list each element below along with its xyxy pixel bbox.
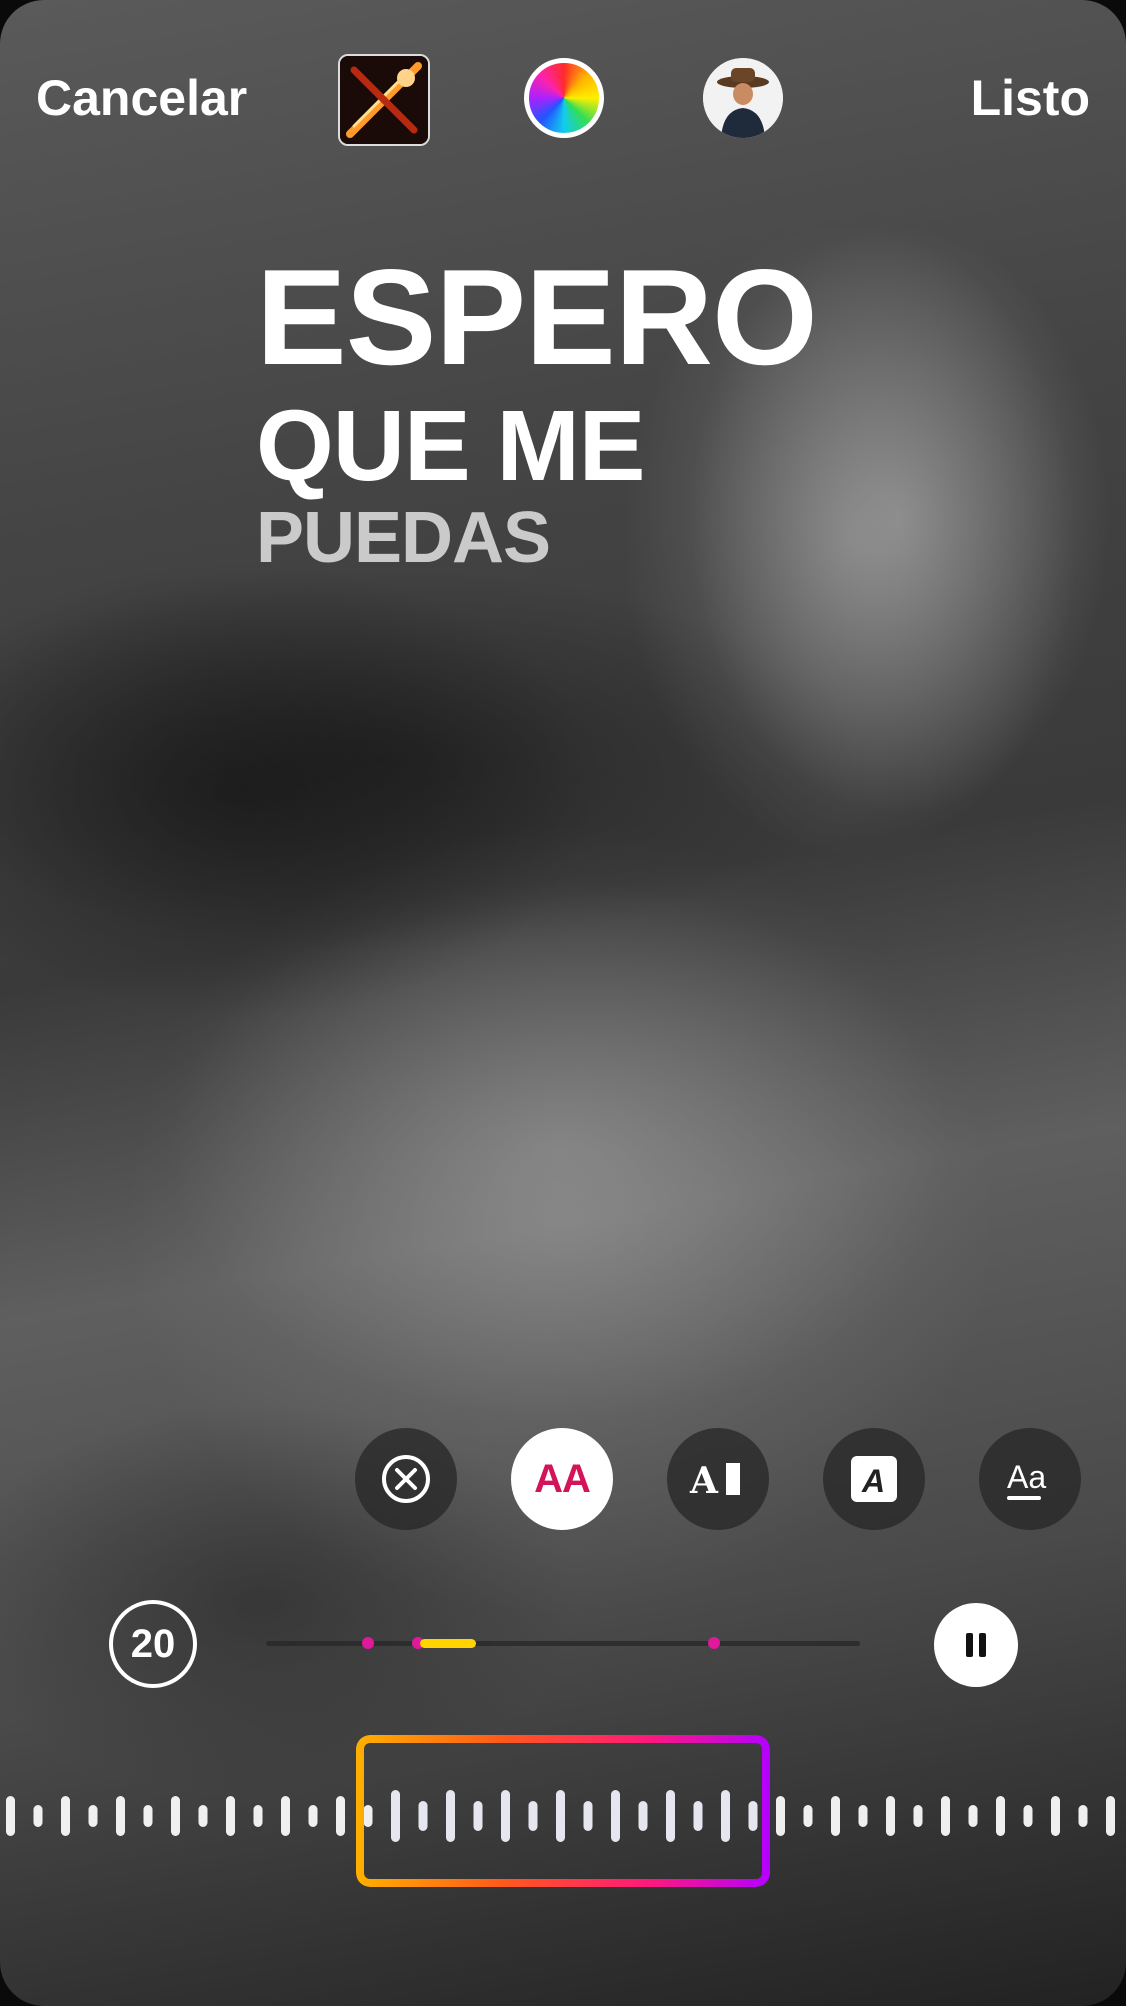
waveform-bar — [996, 1796, 1005, 1836]
waveform-bar — [88, 1805, 98, 1827]
remove-style-button[interactable] — [355, 1428, 457, 1530]
waveform-bar — [116, 1796, 125, 1836]
waveform-bar — [6, 1796, 15, 1836]
waveform-bar — [886, 1796, 895, 1836]
duration-button[interactable]: 20 — [109, 1600, 197, 1688]
clip-selection-frame[interactable] — [356, 1735, 770, 1887]
lyric-line-1[interactable]: ESPERO — [256, 242, 818, 392]
waveform-bar — [941, 1796, 950, 1836]
cancel-button[interactable]: Cancelar — [36, 68, 247, 128]
pause-button[interactable] — [934, 1603, 1018, 1687]
avatar-button[interactable] — [703, 58, 783, 138]
waveform-bar — [143, 1805, 153, 1827]
waveform-bar — [803, 1805, 813, 1827]
waveform-bar — [1051, 1796, 1060, 1836]
text-size-style-button[interactable]: AA — [511, 1428, 613, 1530]
svg-text:A: A — [861, 1463, 885, 1499]
pause-icon — [966, 1633, 986, 1657]
marker-3 — [708, 1637, 720, 1649]
waveform-bar — [281, 1796, 290, 1836]
waveform-bar — [253, 1805, 263, 1827]
waveform-bar — [776, 1796, 785, 1836]
marker-1 — [362, 1637, 374, 1649]
waveform-bar — [61, 1796, 70, 1836]
waveform-bar — [831, 1796, 840, 1836]
text-cursor-icon: A — [689, 1460, 740, 1501]
boxed-a-icon: A — [851, 1456, 897, 1502]
underline-aa-icon: Aa — [1007, 1459, 1046, 1500]
album-art-icon — [340, 56, 428, 144]
waveform-bar — [1023, 1805, 1033, 1827]
waveform-bar — [913, 1805, 923, 1827]
boxed-style-button[interactable]: A — [823, 1428, 925, 1530]
svg-text:A: A — [689, 1460, 719, 1501]
waveform-bar — [198, 1805, 208, 1827]
svg-text:Aa: Aa — [1007, 1459, 1046, 1495]
lyric-line-3[interactable]: PUEDAS — [256, 496, 551, 580]
aa-text-icon: AA — [534, 1456, 591, 1501]
waveform-bar — [171, 1796, 180, 1836]
waveform-bar — [1078, 1805, 1088, 1827]
waveform-bar — [226, 1796, 235, 1836]
waveform-bar — [968, 1805, 978, 1827]
waveform-bar — [858, 1805, 868, 1827]
close-circle-icon — [382, 1455, 430, 1503]
color-picker-button[interactable] — [524, 58, 604, 138]
story-editor-screen: Cancelar Listo ESPERO QUE ME PUEDAS AA A… — [0, 0, 1126, 2006]
album-art-button[interactable] — [338, 54, 430, 146]
waveform-bar — [1106, 1796, 1115, 1836]
waveform-bar — [308, 1805, 318, 1827]
lyric-line-2[interactable]: QUE ME — [256, 390, 645, 502]
progress-track[interactable] — [266, 1637, 860, 1649]
typewriter-style-button[interactable]: A — [667, 1428, 769, 1530]
underline-style-button[interactable]: Aa — [979, 1428, 1081, 1530]
cowboy-avatar-icon — [703, 58, 783, 138]
waveform-bar — [336, 1796, 345, 1836]
done-button[interactable]: Listo — [971, 68, 1090, 128]
waveform-bar — [33, 1805, 43, 1827]
current-segment[interactable] — [420, 1639, 476, 1648]
